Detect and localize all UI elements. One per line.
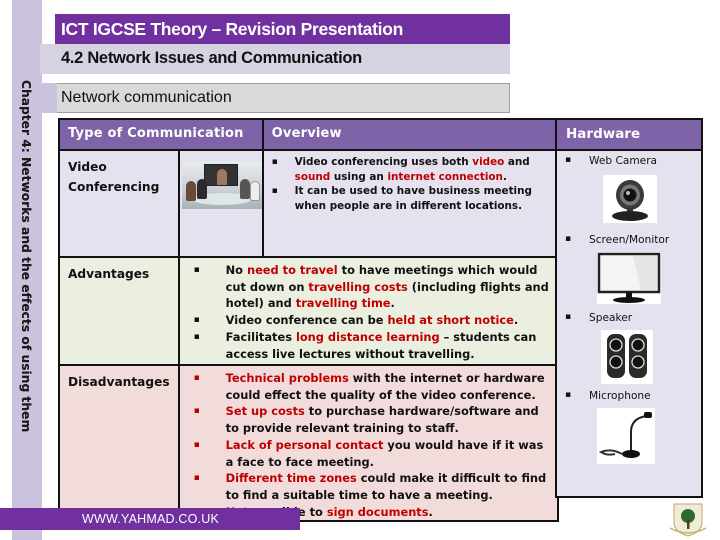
- disadvantage-item: Lack of personal contact you would have …: [184, 437, 549, 470]
- text-segment: .: [513, 313, 519, 328]
- chapter-side-label-wrap: Chapter 4: Networks and the effects of u…: [12, 80, 42, 433]
- disadvantages-list: Technical problems with the internet or …: [184, 370, 549, 520]
- webcam-icon: [603, 175, 657, 223]
- disadvantage-item: Different time zones could make it diffi…: [184, 470, 549, 503]
- disadvantages-label-text: Disadvantages: [68, 375, 170, 389]
- advantage-item: Facilitates long distance learning – stu…: [184, 329, 549, 362]
- header-overview: Overview: [261, 118, 560, 151]
- hardware-item-microphone: Microphone: [557, 390, 701, 402]
- disadvantage-item: Set up costs to purchase hardware/softwa…: [184, 403, 549, 436]
- table-row-video-conferencing: Video Conferencing Video conferencing us…: [58, 149, 560, 258]
- text-segment: and: [504, 156, 530, 168]
- text-segment: Video conference can be: [225, 313, 388, 328]
- video-conference-photo: [181, 161, 262, 209]
- text-segment: .: [502, 170, 507, 183]
- header-type-of-communication: Type of Communication: [58, 118, 264, 151]
- text-segment: using an: [330, 170, 388, 183]
- disadvantages-cell: Technical problems with the internet or …: [177, 363, 560, 523]
- hardware-item-webcam: Web Camera: [557, 155, 701, 167]
- highlighted-text: travelling costs: [308, 279, 408, 294]
- topic-subtitle: 4.2 Network Issues and Communication: [40, 44, 510, 74]
- school-crest-icon: [668, 498, 708, 538]
- hardware-label: Microphone: [557, 390, 701, 402]
- video-conference-photo-cell: [177, 149, 264, 258]
- highlighted-text: internet connection: [387, 170, 503, 183]
- highlighted-text: travelling time: [295, 296, 391, 311]
- text-segment: .: [390, 296, 395, 311]
- hardware-label: Screen/Monitor: [557, 234, 701, 246]
- disadvantage-item: Technical problems with the internet or …: [184, 370, 549, 403]
- advantages-label-text: Advantages: [68, 267, 150, 281]
- hardware-item-speaker: Speaker: [557, 312, 701, 324]
- text-segment: Video conferencing uses both: [294, 156, 473, 168]
- advantage-item: Video conference can be held at short no…: [184, 312, 549, 329]
- tv-screen-shape: [203, 164, 238, 186]
- text-segment: It can be used to have business meeting …: [294, 185, 532, 212]
- participant-shape: [249, 181, 260, 201]
- disadvantages-label: Disadvantages: [58, 363, 180, 523]
- header-hardware: Hardware: [557, 120, 701, 151]
- advantages-label: Advantages: [58, 256, 180, 366]
- monitor-icon: [597, 252, 661, 304]
- participant-shape: [185, 181, 196, 201]
- highlighted-text: sign documents: [326, 504, 429, 519]
- participant-shape: [239, 179, 250, 199]
- participant-shape: [196, 179, 207, 199]
- video-overview-item: Video conferencing uses both video and s…: [268, 155, 549, 184]
- highlighted-text: video: [472, 156, 505, 168]
- table-row-disadvantages: Disadvantages Technical problems with th…: [58, 363, 560, 523]
- table-header-row: Type of Communication Overview: [58, 118, 560, 151]
- presentation-title: ICT IGCSE Theory – Revision Presentation: [55, 14, 510, 44]
- highlighted-text: need to travel: [246, 263, 338, 277]
- section-strip-overlap: [40, 83, 57, 113]
- hardware-column: Hardware Web Camera Screen/Monitor Speak…: [555, 118, 703, 498]
- highlighted-text: long distance learning: [295, 329, 440, 344]
- footer-strip-overlap: [12, 508, 42, 530]
- text-segment: .: [428, 504, 433, 519]
- hardware-item-monitor: Screen/Monitor: [557, 234, 701, 246]
- video-overview-list: Video conferencing uses both video and s…: [268, 155, 549, 213]
- highlighted-text: Lack of personal contact: [225, 437, 384, 452]
- video-conferencing-label: Video Conferencing: [58, 149, 180, 258]
- advantage-item: No need to travel to have meetings which…: [184, 262, 549, 312]
- text-segment: Facilitates: [225, 329, 296, 344]
- microphone-icon: [597, 408, 655, 464]
- text-segment: No: [225, 263, 247, 277]
- hardware-label: Speaker: [557, 312, 701, 324]
- table-row-advantages: Advantages No need to travel to have mee…: [58, 256, 560, 366]
- highlighted-text: Technical problems: [225, 371, 349, 385]
- section-heading: Network communication: [40, 83, 510, 113]
- highlighted-text: Different time zones: [225, 471, 357, 486]
- speaker-icon: [601, 330, 653, 384]
- footer-website: WWW.YAHMAD.CO.UK: [0, 508, 300, 530]
- remote-participant-shape: [216, 169, 227, 185]
- video-overview-cell: Video conferencing uses both video and s…: [261, 149, 560, 258]
- advantages-list: No need to travel to have meetings which…: [184, 262, 549, 362]
- video-overview-item: It can be used to have business meeting …: [268, 184, 549, 213]
- highlighted-text: Set up costs: [225, 404, 305, 419]
- communication-table: Type of Communication Overview Video Con…: [58, 118, 560, 523]
- chapter-side-label: Chapter 4: Networks and the effects of u…: [19, 80, 33, 433]
- hardware-label: Web Camera: [557, 155, 701, 167]
- highlighted-text: sound: [294, 170, 331, 183]
- video-conferencing-label-text: Video Conferencing: [68, 160, 160, 194]
- highlighted-text: held at short notice: [387, 313, 514, 328]
- advantages-cell: No need to travel to have meetings which…: [177, 256, 560, 366]
